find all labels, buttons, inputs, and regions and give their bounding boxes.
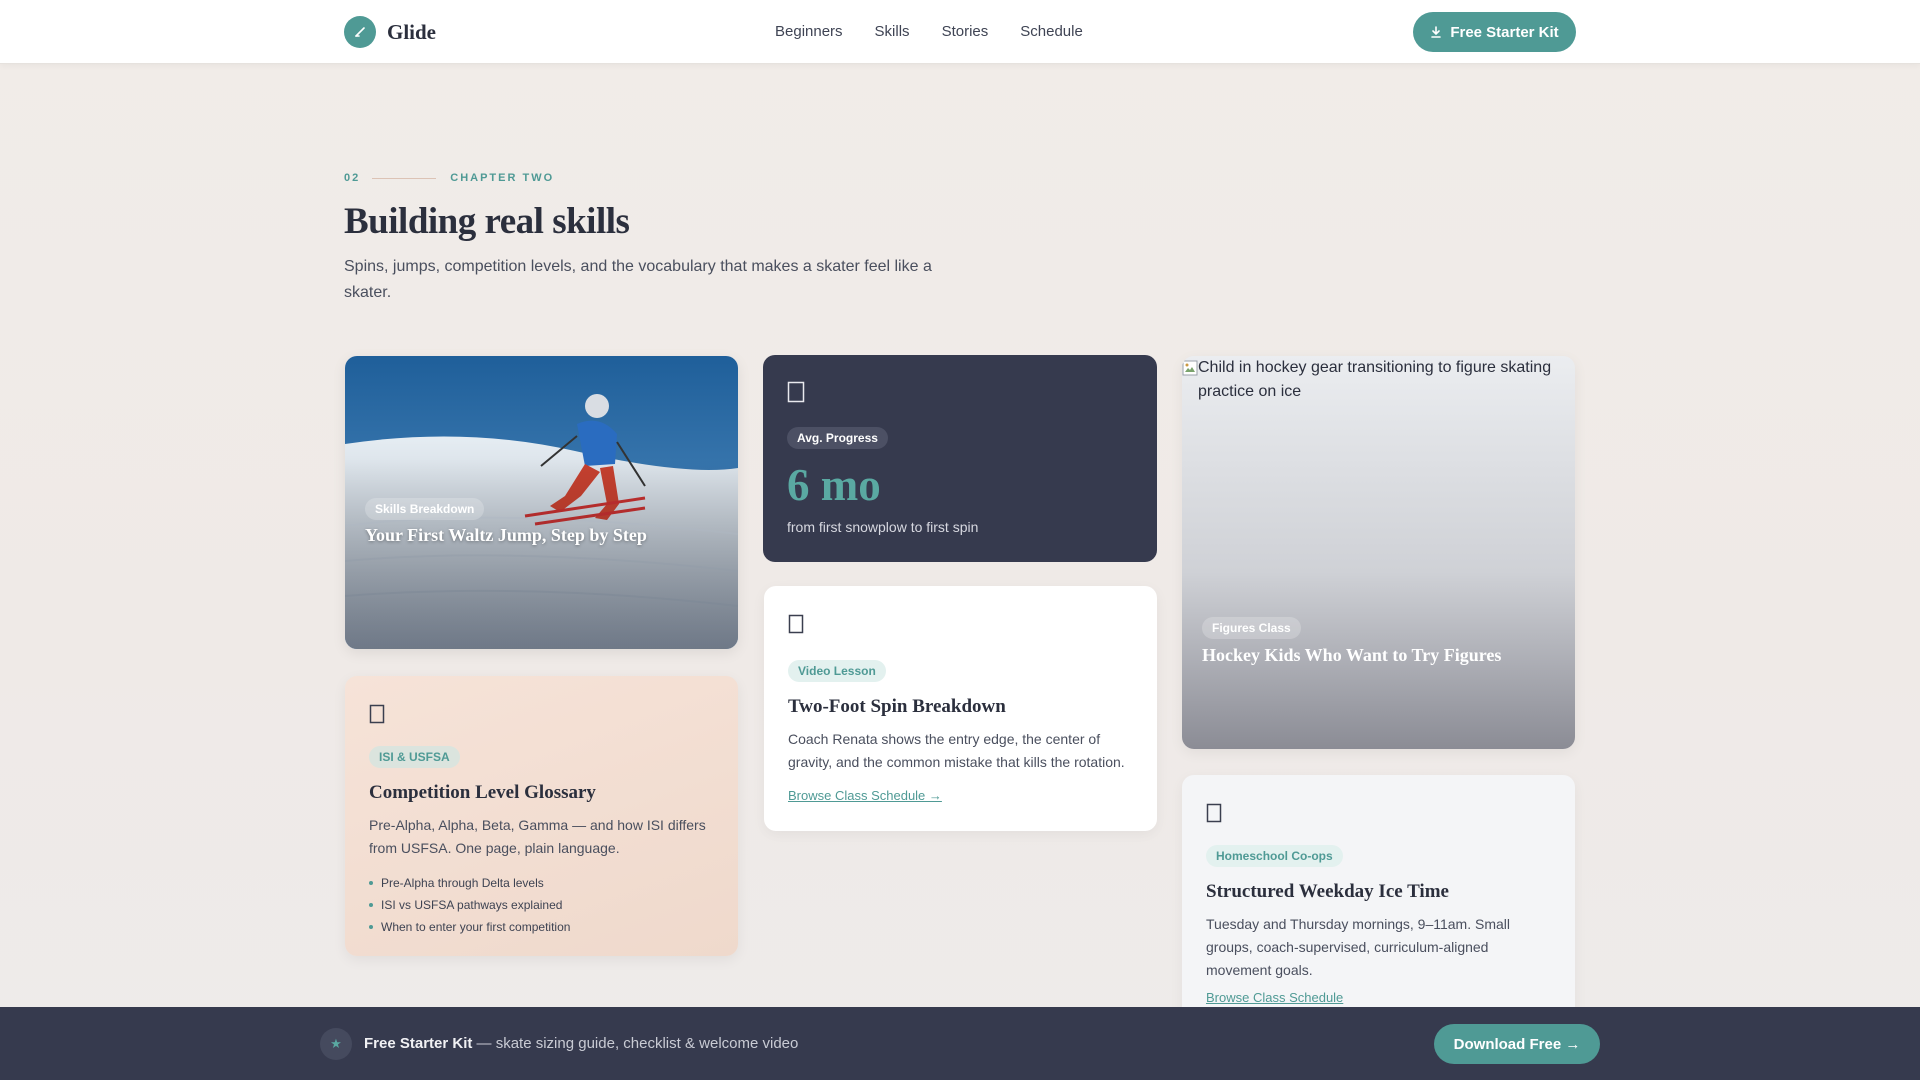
starter-kit-sticky-bar: ★ Free Starter Kit — skate sizing guide,… bbox=[0, 1007, 1920, 1080]
download-icon bbox=[1431, 26, 1442, 38]
list-item: ISI vs USFSA pathways explained bbox=[369, 894, 714, 916]
weekday-ice-card[interactable]: Homeschool Co-ops Structured Weekday Ice… bbox=[1182, 775, 1575, 1035]
starter-kit-description: — skate sizing guide, checklist & welcom… bbox=[472, 1035, 799, 1052]
skate-blade-icon bbox=[344, 16, 376, 48]
card-title: Two-Foot Spin Breakdown bbox=[788, 696, 1006, 717]
starter-kit-message: Free Starter Kit — skate sizing guide, c… bbox=[364, 1035, 798, 1052]
glossary-card[interactable]: ISI & USFSA Competition Level Glossary P… bbox=[345, 676, 738, 956]
nav-link-schedule[interactable]: Schedule bbox=[1020, 23, 1083, 40]
section-title: Building real skills bbox=[344, 201, 630, 242]
main-nav: Beginners Skills Stories Schedule bbox=[775, 23, 1083, 40]
broken-image-icon bbox=[1182, 360, 1198, 376]
card-tag: Video Lesson bbox=[788, 660, 886, 682]
stat-value: 6 mo bbox=[787, 460, 881, 510]
calendar-icon bbox=[1206, 803, 1551, 827]
nav-link-skills[interactable]: Skills bbox=[875, 23, 910, 40]
top-nav-bar: Glide Beginners Skills Stories Schedule … bbox=[0, 0, 1920, 64]
clock-icon bbox=[787, 381, 1133, 407]
card-description: Pre-Alpha, Alpha, Beta, Gamma — and how … bbox=[369, 817, 706, 856]
browse-schedule-link[interactable]: Browse Class Schedule bbox=[1206, 990, 1551, 1005]
waltz-jump-card[interactable]: Skills Breakdown Your First Waltz Jump, … bbox=[345, 356, 738, 649]
card-description: Tuesday and Thursday mornings, 9–11am. S… bbox=[1206, 916, 1511, 978]
star-icon: ★ bbox=[320, 1028, 352, 1060]
stat-caption: from first snowplow to first spin bbox=[787, 519, 979, 535]
card-title: Structured Weekday Ice Time bbox=[1206, 881, 1449, 902]
list-item: When to enter your first competition bbox=[369, 916, 714, 938]
brand-logo[interactable]: Glide bbox=[344, 16, 436, 48]
starter-kit-title: Free Starter Kit bbox=[364, 1035, 473, 1052]
free-starter-kit-button[interactable]: Free Starter Kit bbox=[1413, 12, 1576, 52]
browse-schedule-link[interactable]: Browse Class Schedule → bbox=[788, 788, 1133, 803]
card-title: Competition Level Glossary bbox=[369, 782, 596, 803]
card-title: Your First Waltz Jump, Step by Step bbox=[365, 525, 647, 545]
card-tag: Avg. Progress bbox=[787, 427, 888, 449]
free-starter-kit-label: Free Starter Kit bbox=[1450, 23, 1559, 41]
list-item: Pre-Alpha through Delta levels bbox=[369, 872, 714, 894]
nav-link-beginners[interactable]: Beginners bbox=[775, 23, 843, 40]
card-tag: Figures Class bbox=[1202, 617, 1301, 639]
avg-progress-card: Avg. Progress 6 mo from first snowplow t… bbox=[763, 355, 1157, 562]
card-tag: Homeschool Co-ops bbox=[1206, 845, 1343, 867]
chapter-label: CHAPTER TWO bbox=[450, 172, 555, 184]
nav-link-stories[interactable]: Stories bbox=[942, 23, 989, 40]
card-description: Coach Renata shows the entry edge, the c… bbox=[788, 731, 1125, 770]
section-subtitle: Spins, jumps, competition levels, and th… bbox=[344, 258, 932, 301]
book-icon bbox=[369, 704, 714, 728]
card-title: Hockey Kids Who Want to Try Figures bbox=[1202, 645, 1502, 665]
brand-name: Glide bbox=[387, 19, 437, 44]
glossary-bullet-list: Pre-Alpha through Delta levels ISI vs US… bbox=[369, 872, 714, 938]
hockey-photo: Child in hockey gear transitioning to fi… bbox=[1182, 356, 1575, 404]
hockey-figures-card[interactable]: Child in hockey gear transitioning to fi… bbox=[1182, 356, 1575, 749]
eyebrow-divider bbox=[372, 177, 437, 179]
card-tag: ISI & USFSA bbox=[369, 746, 460, 768]
chapter-number: 02 bbox=[344, 172, 361, 184]
spin-video-card[interactable]: Video Lesson Two-Foot Spin Breakdown Coa… bbox=[764, 586, 1157, 831]
download-free-button[interactable]: Download Free → bbox=[1434, 1024, 1600, 1064]
chapter-eyebrow: 02 CHAPTER TWO bbox=[344, 172, 554, 184]
video-icon bbox=[788, 614, 1133, 638]
card-tag: Skills Breakdown bbox=[365, 498, 485, 520]
image-alt-text: Child in hockey gear transitioning to fi… bbox=[1198, 359, 1552, 400]
